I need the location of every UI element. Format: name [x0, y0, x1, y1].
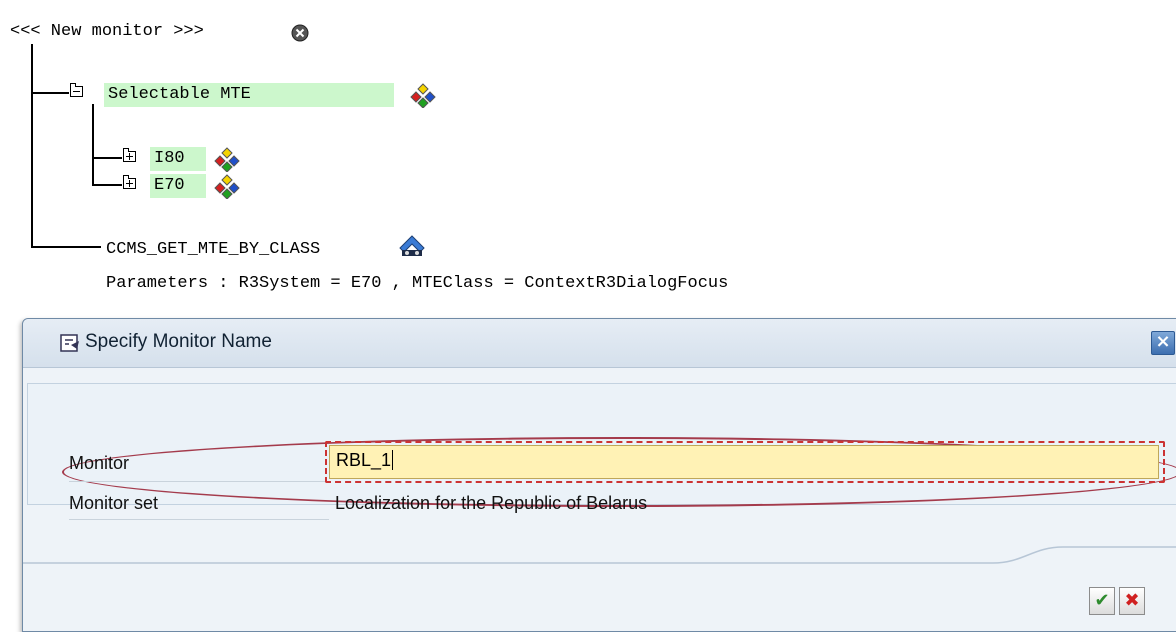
node-label: I80	[154, 149, 185, 168]
node-e70[interactable]: E70	[150, 174, 206, 198]
tree-connector	[92, 104, 94, 186]
specify-monitor-name-dialog: Specify Monitor Name × Monitor RBL_1 Mon…	[22, 318, 1176, 632]
label-underline	[69, 519, 329, 520]
parameters-text: Parameters : R3System = E70 , MTEClass =…	[106, 274, 729, 293]
hierarchy-icon[interactable]	[214, 173, 240, 204]
input-focus-frame	[325, 441, 1165, 483]
dialog-title: Specify Monitor Name	[85, 331, 272, 352]
checkmark-icon: ✔	[1094, 590, 1110, 611]
dialog-titlebar[interactable]: Specify Monitor Name ×	[23, 319, 1176, 368]
folder-collapse-icon[interactable]	[70, 83, 83, 97]
close-icon[interactable]: ×	[1151, 331, 1175, 355]
dialog-icon	[59, 333, 81, 358]
method-node-label[interactable]: CCMS_GET_MTE_BY_CLASS	[106, 240, 320, 259]
node-label: Selectable MTE	[108, 85, 251, 104]
method-icon[interactable]	[398, 234, 426, 263]
hierarchy-icon[interactable]	[410, 82, 436, 113]
label-underline	[69, 481, 329, 482]
tree-connector	[92, 184, 122, 186]
node-selectable-mte[interactable]: Selectable MTE	[104, 83, 394, 107]
monitor-set-label: Monitor set	[69, 493, 159, 513]
confirm-button[interactable]: ✔	[1089, 587, 1115, 615]
monitor-set-value: Localization for the Republic of Belarus	[335, 493, 648, 513]
tree-connector	[31, 44, 33, 248]
root-node-label: <<< New monitor >>>	[10, 22, 204, 41]
tree-connector	[31, 92, 69, 94]
node-i80[interactable]: I80	[150, 147, 206, 171]
delete-circle-icon[interactable]	[291, 24, 309, 42]
folder-expand-icon[interactable]	[123, 148, 136, 162]
cancel-x-icon: ✖	[1124, 590, 1140, 611]
node-label: E70	[154, 176, 185, 195]
footer-separator	[23, 545, 1176, 570]
monitor-label: Monitor	[69, 453, 130, 473]
tree-connector	[31, 246, 101, 248]
cancel-button[interactable]: ✖	[1119, 587, 1145, 615]
folder-expand-icon[interactable]	[123, 175, 136, 189]
tree-connector	[92, 157, 122, 159]
